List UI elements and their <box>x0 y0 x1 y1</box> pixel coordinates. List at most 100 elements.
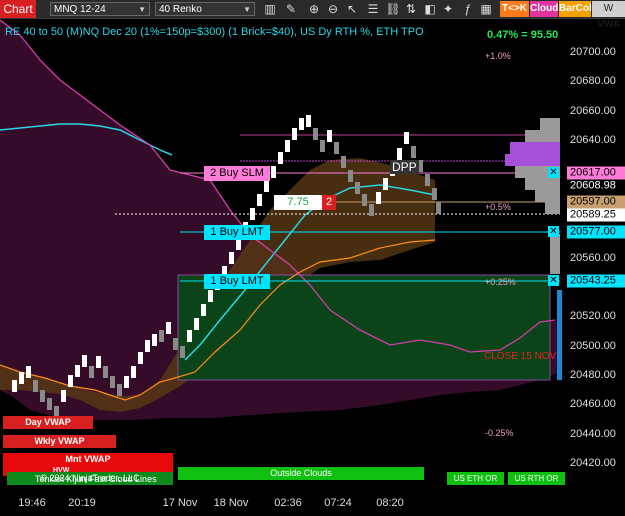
position-pnl[interactable]: 7.75 <box>274 195 322 210</box>
order-buy-lmt-2[interactable]: 1 Buy LMT <box>204 274 270 289</box>
renko-brick <box>187 330 192 342</box>
renko-brick <box>82 355 87 367</box>
time-tick: 17 Nov <box>162 497 198 509</box>
price-tick: 20420.00 <box>570 457 616 469</box>
pct-plus-05: +0.5% <box>485 202 511 212</box>
time-tick: 20:19 <box>68 497 96 509</box>
close-order-icon[interactable]: ✕ <box>548 275 559 286</box>
price-tag-position: 20597.00 <box>567 195 625 209</box>
renko-brick <box>180 346 185 358</box>
close-order-icon[interactable]: ✕ <box>548 167 559 178</box>
renko-brick <box>383 178 388 190</box>
renko-brick <box>26 366 31 378</box>
pct-plus-1: +1.0% <box>485 51 511 61</box>
price-tick: 20640.00 <box>570 134 616 146</box>
renko-brick <box>355 182 360 194</box>
order-buy-lmt-1[interactable]: 1 Buy LMT <box>204 225 270 240</box>
renko-brick <box>436 202 441 214</box>
green-zone <box>177 274 551 381</box>
price-tag-lmt1: 20577.00 <box>567 225 625 239</box>
renko-brick <box>61 390 66 402</box>
pct-plus-025: +0.25% <box>485 277 516 287</box>
us-rth-or-button[interactable]: US RTH OR <box>508 472 565 485</box>
renko-brick <box>131 366 136 378</box>
chart-title: RE 40 to 50 (M)NQ Dec 20 (1%=150p=$300) … <box>5 26 424 38</box>
price-tick: 20440.00 <box>570 428 616 440</box>
position-qty[interactable]: 2 <box>322 195 336 210</box>
renko-brick <box>362 194 367 206</box>
renko-brick <box>313 128 318 140</box>
price-tick: 20520.00 <box>570 310 616 322</box>
renko-brick <box>229 252 234 264</box>
renko-brick <box>159 330 164 342</box>
price-tick: 20680.00 <box>570 75 616 87</box>
renko-brick <box>166 322 171 334</box>
renko-brick <box>425 174 430 186</box>
dpp-label: DPP <box>390 160 419 174</box>
close-label: CLOSE 15 NOV <box>484 351 557 362</box>
renko-brick <box>96 356 101 368</box>
renko-brick <box>264 180 269 192</box>
tenkan-label: Tenkan Kijun Fast Cloud Lines <box>35 474 157 484</box>
renko-brick <box>103 366 108 378</box>
renko-brick <box>208 290 213 302</box>
renko-brick <box>250 208 255 220</box>
monthly-vwap-bar: Mnt VWAP <box>3 453 173 466</box>
renko-brick <box>110 376 115 388</box>
pct-minus-025: -0.25% <box>485 428 514 438</box>
outside-clouds-bar: Outside Clouds <box>178 467 424 480</box>
renko-brick <box>117 384 122 396</box>
renko-brick <box>152 334 157 346</box>
renko-brick <box>89 366 94 378</box>
weekly-vwap-bar: Wkly VWAP <box>3 435 116 448</box>
time-tick: 02:36 <box>274 497 302 509</box>
chart-window: Chart MNQ 12-24 ▼ 40 Renko ▼ ▥ ✎ ⊕ ⊖ ↖ ☰… <box>0 0 625 516</box>
price-tag-last: 20589.25 <box>567 208 625 222</box>
price-tag-vwap: 20608.98 <box>567 179 625 193</box>
renko-brick <box>19 372 24 384</box>
renko-brick <box>376 192 381 204</box>
renko-brick <box>334 142 339 154</box>
time-tick: 18 Nov <box>213 497 249 509</box>
price-tag-lmt2: 20543.25 <box>567 274 625 288</box>
price-tick: 20500.00 <box>570 340 616 352</box>
pnl-readout: 0.47% = 95.50 <box>487 29 559 41</box>
renko-brick <box>404 132 409 144</box>
renko-brick <box>201 304 206 316</box>
time-tick: 19:46 <box>18 497 46 509</box>
renko-brick <box>68 375 73 387</box>
renko-brick <box>12 380 17 392</box>
renko-brick <box>145 340 150 352</box>
time-tick: 08:20 <box>376 497 404 509</box>
close-order-icon[interactable]: ✕ <box>548 226 559 237</box>
renko-brick <box>47 398 52 410</box>
renko-brick <box>320 140 325 152</box>
renko-brick <box>299 118 304 130</box>
price-tick: 20700.00 <box>570 46 616 58</box>
day-vwap-bar: Day VWAP <box>3 416 93 429</box>
price-tick: 20560.00 <box>570 252 616 264</box>
renko-brick <box>411 146 416 158</box>
price-tick: 20480.00 <box>570 369 616 381</box>
renko-brick <box>397 148 402 160</box>
renko-brick <box>124 376 129 388</box>
renko-brick <box>173 338 178 350</box>
renko-brick <box>341 156 346 168</box>
renko-brick <box>432 188 437 200</box>
renko-brick <box>138 352 143 364</box>
renko-brick <box>271 166 276 178</box>
renko-brick <box>348 170 353 182</box>
order-buy-slm[interactable]: 2 Buy SLM <box>204 166 270 181</box>
renko-brick <box>369 204 374 216</box>
price-tag-slm: 20617.00 <box>567 166 625 180</box>
price-tick: 20460.00 <box>570 398 616 410</box>
renko-brick <box>285 140 290 152</box>
us-eth-or-button[interactable]: US ETH OR <box>447 472 504 485</box>
renko-brick <box>40 390 45 402</box>
renko-brick <box>257 194 262 206</box>
renko-brick <box>306 115 311 127</box>
renko-brick <box>327 130 332 142</box>
time-tick: 07:24 <box>324 497 352 509</box>
renko-brick <box>75 365 80 377</box>
renko-brick <box>278 152 283 164</box>
